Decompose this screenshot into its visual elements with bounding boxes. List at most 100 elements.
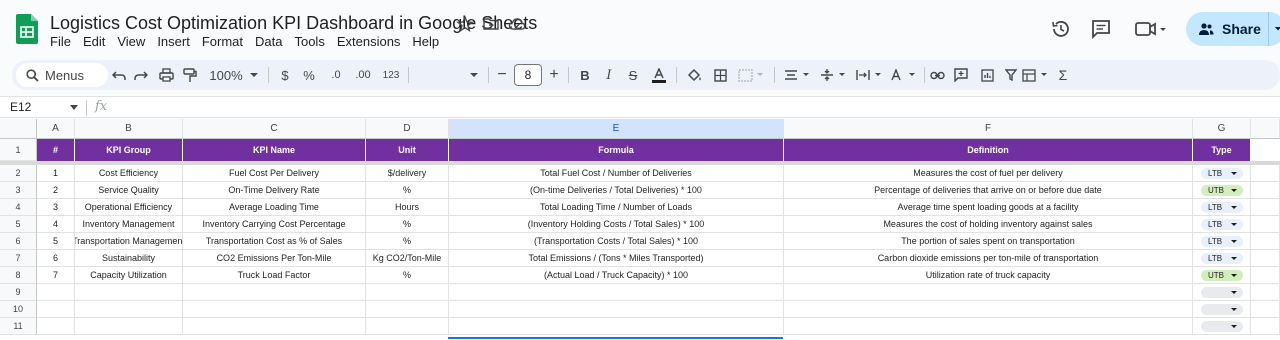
- cell-number[interactable]: 3: [37, 199, 75, 216]
- cell-definition[interactable]: Carbon dioxide emissions per ton-mile of…: [784, 250, 1193, 267]
- row-header-11[interactable]: 11: [0, 318, 37, 335]
- zoom-select[interactable]: 100%: [206, 60, 246, 90]
- type-dropdown-chip[interactable]: [1201, 287, 1243, 298]
- font-size-input[interactable]: 8: [514, 64, 542, 86]
- empty-cell[interactable]: [1251, 301, 1280, 318]
- cell-kpi-name[interactable]: On-Time Delivery Rate: [183, 182, 366, 199]
- cell-number[interactable]: 5: [37, 233, 75, 250]
- cell-kpi-group[interactable]: Service Quality: [75, 182, 183, 199]
- menu-format[interactable]: Format: [196, 34, 249, 50]
- menu-help[interactable]: Help: [406, 34, 445, 50]
- cell-number[interactable]: 6: [37, 250, 75, 267]
- header-unit[interactable]: Unit: [366, 139, 449, 161]
- row-header-4[interactable]: 4: [0, 199, 37, 216]
- select-all-corner[interactable]: [0, 119, 37, 139]
- type-dropdown-chip[interactable]: LTB: [1201, 202, 1243, 213]
- empty-cell[interactable]: [37, 301, 75, 318]
- type-dropdown-chip[interactable]: UTB: [1201, 270, 1243, 281]
- increase-font-size-icon[interactable]: +: [546, 60, 562, 90]
- row-header-1[interactable]: 1: [0, 139, 37, 161]
- number-format-button[interactable]: 123: [378, 60, 404, 90]
- cloud-status-icon[interactable]: [508, 15, 526, 33]
- insert-link-icon[interactable]: [926, 60, 948, 90]
- header-formula[interactable]: Formula: [449, 139, 784, 161]
- cell-unit[interactable]: %: [366, 182, 449, 199]
- empty-cell[interactable]: [183, 284, 366, 301]
- cell-kpi-group[interactable]: Cost Efficiency: [75, 165, 183, 182]
- filter-views-icon[interactable]: [1018, 60, 1054, 90]
- insert-comment-icon[interactable]: [950, 60, 972, 90]
- decrease-decimal-button[interactable]: .0: [324, 60, 348, 90]
- decrease-font-size-icon[interactable]: −: [494, 60, 510, 90]
- menu-data[interactable]: Data: [249, 34, 288, 50]
- cell-unit[interactable]: %: [366, 216, 449, 233]
- empty-cell[interactable]: [1251, 284, 1280, 301]
- cell-formula[interactable]: (Inventory Holding Costs / Total Sales) …: [449, 216, 784, 233]
- cell-definition[interactable]: The portion of sales spent on transporta…: [784, 233, 1193, 250]
- empty-cell[interactable]: [183, 318, 366, 335]
- type-dropdown-chip[interactable]: LTB: [1201, 236, 1243, 247]
- empty-cell[interactable]: [1251, 250, 1280, 267]
- empty-cell[interactable]: [75, 301, 183, 318]
- column-header-a[interactable]: A: [37, 119, 75, 139]
- cell-unit[interactable]: %: [366, 267, 449, 284]
- italic-icon[interactable]: I: [598, 60, 620, 90]
- column-header-b[interactable]: B: [75, 119, 183, 139]
- empty-cell[interactable]: [449, 301, 784, 318]
- empty-cell[interactable]: [1251, 318, 1280, 335]
- cell-kpi-group[interactable]: Sustainability: [75, 250, 183, 267]
- cell-unit[interactable]: %: [366, 233, 449, 250]
- empty-cell[interactable]: [366, 318, 449, 335]
- empty-cell[interactable]: [1251, 233, 1280, 250]
- header-type[interactable]: Type: [1193, 139, 1251, 161]
- meet-video-icon[interactable]: [1134, 18, 1168, 40]
- row-header-8[interactable]: 8: [0, 267, 37, 284]
- empty-cell[interactable]: [1251, 267, 1280, 284]
- row-header-9[interactable]: 9: [0, 284, 37, 301]
- move-folder-icon[interactable]: [482, 15, 500, 33]
- sheets-logo-icon[interactable]: [16, 14, 38, 44]
- empty-cell[interactable]: [366, 301, 449, 318]
- horizontal-align-icon[interactable]: [780, 60, 816, 90]
- cell-kpi-group[interactable]: Inventory Management: [75, 216, 183, 233]
- percent-format-button[interactable]: %: [298, 60, 320, 90]
- header-kpi-name[interactable]: KPI Name: [183, 139, 366, 161]
- cell-kpi-group[interactable]: Operational Efficiency: [75, 199, 183, 216]
- column-header-f[interactable]: F: [784, 119, 1193, 139]
- strikethrough-icon[interactable]: S: [622, 60, 644, 90]
- cell-formula[interactable]: (Actual Load / Truck Capacity) * 100: [449, 267, 784, 284]
- functions-icon[interactable]: Σ: [1052, 60, 1074, 90]
- fill-color-icon[interactable]: [682, 60, 706, 90]
- type-dropdown-chip[interactable]: [1201, 321, 1243, 332]
- redo-icon[interactable]: [130, 60, 152, 90]
- paint-format-icon[interactable]: [178, 60, 202, 90]
- font-family-dropdown-icon[interactable]: [468, 60, 480, 90]
- cell-kpi-group[interactable]: Transportation Management: [75, 233, 183, 250]
- cell-definition[interactable]: Measures the cost of fuel per delivery: [784, 165, 1193, 182]
- borders-icon[interactable]: [708, 60, 732, 90]
- type-dropdown-chip[interactable]: LTB: [1201, 219, 1243, 230]
- empty-cell[interactable]: [784, 318, 1193, 335]
- empty-cell[interactable]: [449, 284, 784, 301]
- cell-kpi-name[interactable]: Transportation Cost as % of Sales: [183, 233, 366, 250]
- bold-icon[interactable]: B: [574, 60, 596, 90]
- text-color-icon[interactable]: [648, 60, 670, 90]
- empty-cell[interactable]: [75, 318, 183, 335]
- text-wrapping-icon[interactable]: [852, 60, 888, 90]
- cell-kpi-name[interactable]: CO2 Emissions Per Ton-Mile: [183, 250, 366, 267]
- increase-decimal-button[interactable]: .00: [350, 60, 376, 90]
- print-icon[interactable]: [154, 60, 178, 90]
- type-dropdown-chip[interactable]: LTB: [1201, 253, 1243, 264]
- type-dropdown-chip[interactable]: [1201, 304, 1243, 315]
- empty-cell[interactable]: [784, 284, 1193, 301]
- name-box[interactable]: E12: [10, 100, 31, 114]
- cell-definition[interactable]: Average time spent loading goods at a fa…: [784, 199, 1193, 216]
- cell-formula[interactable]: Total Loading Time / Number of Loads: [449, 199, 784, 216]
- cell-unit[interactable]: Kg CO2/Ton-Mile: [366, 250, 449, 267]
- text-rotation-icon[interactable]: [886, 60, 922, 90]
- empty-cell[interactable]: [1251, 182, 1280, 199]
- share-dropdown-icon[interactable]: [1274, 26, 1280, 32]
- empty-cell[interactable]: [449, 318, 784, 335]
- empty-cell[interactable]: [1251, 199, 1280, 216]
- empty-cell[interactable]: [366, 284, 449, 301]
